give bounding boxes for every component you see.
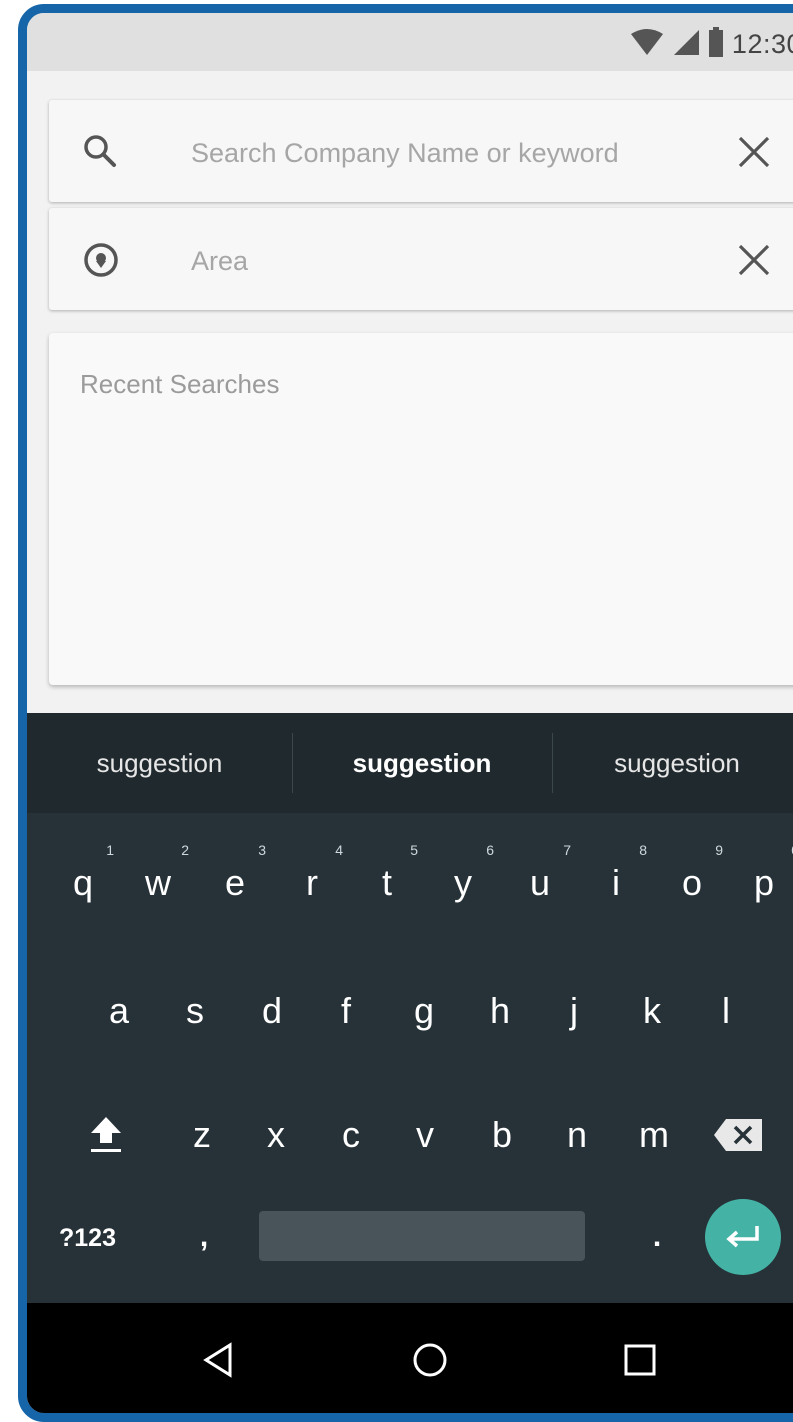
key-d[interactable]: d bbox=[237, 981, 307, 1041]
key-t[interactable]: t5 bbox=[352, 843, 422, 913]
period-key[interactable]: . bbox=[622, 1207, 692, 1267]
key-s[interactable]: s bbox=[160, 981, 230, 1041]
screen: 12:30 bbox=[27, 13, 793, 1413]
key-w[interactable]: w2 bbox=[123, 843, 193, 913]
key-a[interactable]: a bbox=[84, 981, 154, 1041]
recent-searches-card: Recent Searches bbox=[49, 333, 793, 685]
close-icon[interactable] bbox=[732, 238, 776, 282]
key-g[interactable]: g bbox=[389, 981, 459, 1041]
cell-signal-icon bbox=[672, 28, 700, 61]
suggestion-strip: suggestion suggestion suggestion bbox=[27, 713, 793, 813]
key-x[interactable]: x bbox=[241, 1105, 311, 1165]
device-frame: 12:30 bbox=[18, 4, 793, 1422]
location-pin-icon bbox=[81, 240, 121, 280]
enter-icon[interactable] bbox=[705, 1199, 781, 1275]
key-v[interactable]: v bbox=[390, 1105, 460, 1165]
space-bar[interactable] bbox=[259, 1211, 585, 1261]
navigation-bar bbox=[27, 1303, 793, 1413]
soft-keyboard: suggestion suggestion suggestion q1 w2 e… bbox=[27, 713, 793, 1303]
key-i[interactable]: i8 bbox=[581, 843, 651, 913]
key-c[interactable]: c bbox=[316, 1105, 386, 1165]
key-z[interactable]: z bbox=[167, 1105, 237, 1165]
key-r[interactable]: r4 bbox=[277, 843, 347, 913]
area-search-card bbox=[49, 208, 793, 310]
wifi-icon bbox=[630, 28, 664, 61]
key-e[interactable]: e3 bbox=[200, 843, 270, 913]
key-l[interactable]: l bbox=[691, 981, 761, 1041]
key-h[interactable]: h bbox=[465, 981, 535, 1041]
symbols-key[interactable]: ?123 bbox=[59, 1213, 116, 1263]
suggestion-right[interactable]: suggestion bbox=[552, 713, 793, 813]
close-icon[interactable] bbox=[732, 130, 776, 174]
key-q[interactable]: q1 bbox=[48, 843, 118, 913]
recent-searches-title: Recent Searches bbox=[80, 369, 280, 399]
battery-icon bbox=[708, 27, 724, 62]
area-search-input[interactable] bbox=[189, 238, 713, 284]
search-content: Recent Searches bbox=[27, 71, 793, 711]
suggestion-center[interactable]: suggestion bbox=[292, 713, 552, 813]
keyword-search-card bbox=[49, 100, 793, 202]
key-o[interactable]: o9 bbox=[657, 843, 727, 913]
recents-icon[interactable] bbox=[615, 1335, 665, 1385]
comma-key[interactable]: , bbox=[169, 1207, 239, 1267]
home-icon[interactable] bbox=[405, 1335, 455, 1385]
back-icon[interactable] bbox=[193, 1335, 243, 1385]
suggestion-left[interactable]: suggestion bbox=[27, 713, 292, 813]
key-j[interactable]: j bbox=[539, 981, 609, 1041]
key-u[interactable]: u7 bbox=[505, 843, 575, 913]
status-bar: 12:30 bbox=[27, 13, 793, 71]
key-f[interactable]: f bbox=[311, 981, 381, 1041]
key-y[interactable]: y6 bbox=[428, 843, 498, 913]
key-n[interactable]: n bbox=[542, 1105, 612, 1165]
shift-icon[interactable] bbox=[71, 1105, 141, 1165]
key-b[interactable]: b bbox=[467, 1105, 537, 1165]
key-p[interactable]: p0 bbox=[729, 843, 793, 913]
key-m[interactable]: m bbox=[619, 1105, 689, 1165]
key-k[interactable]: k bbox=[617, 981, 687, 1041]
status-time: 12:30 bbox=[731, 29, 793, 59]
keyword-search-input[interactable] bbox=[189, 130, 713, 176]
search-icon bbox=[81, 132, 121, 172]
backspace-icon[interactable] bbox=[703, 1105, 773, 1165]
